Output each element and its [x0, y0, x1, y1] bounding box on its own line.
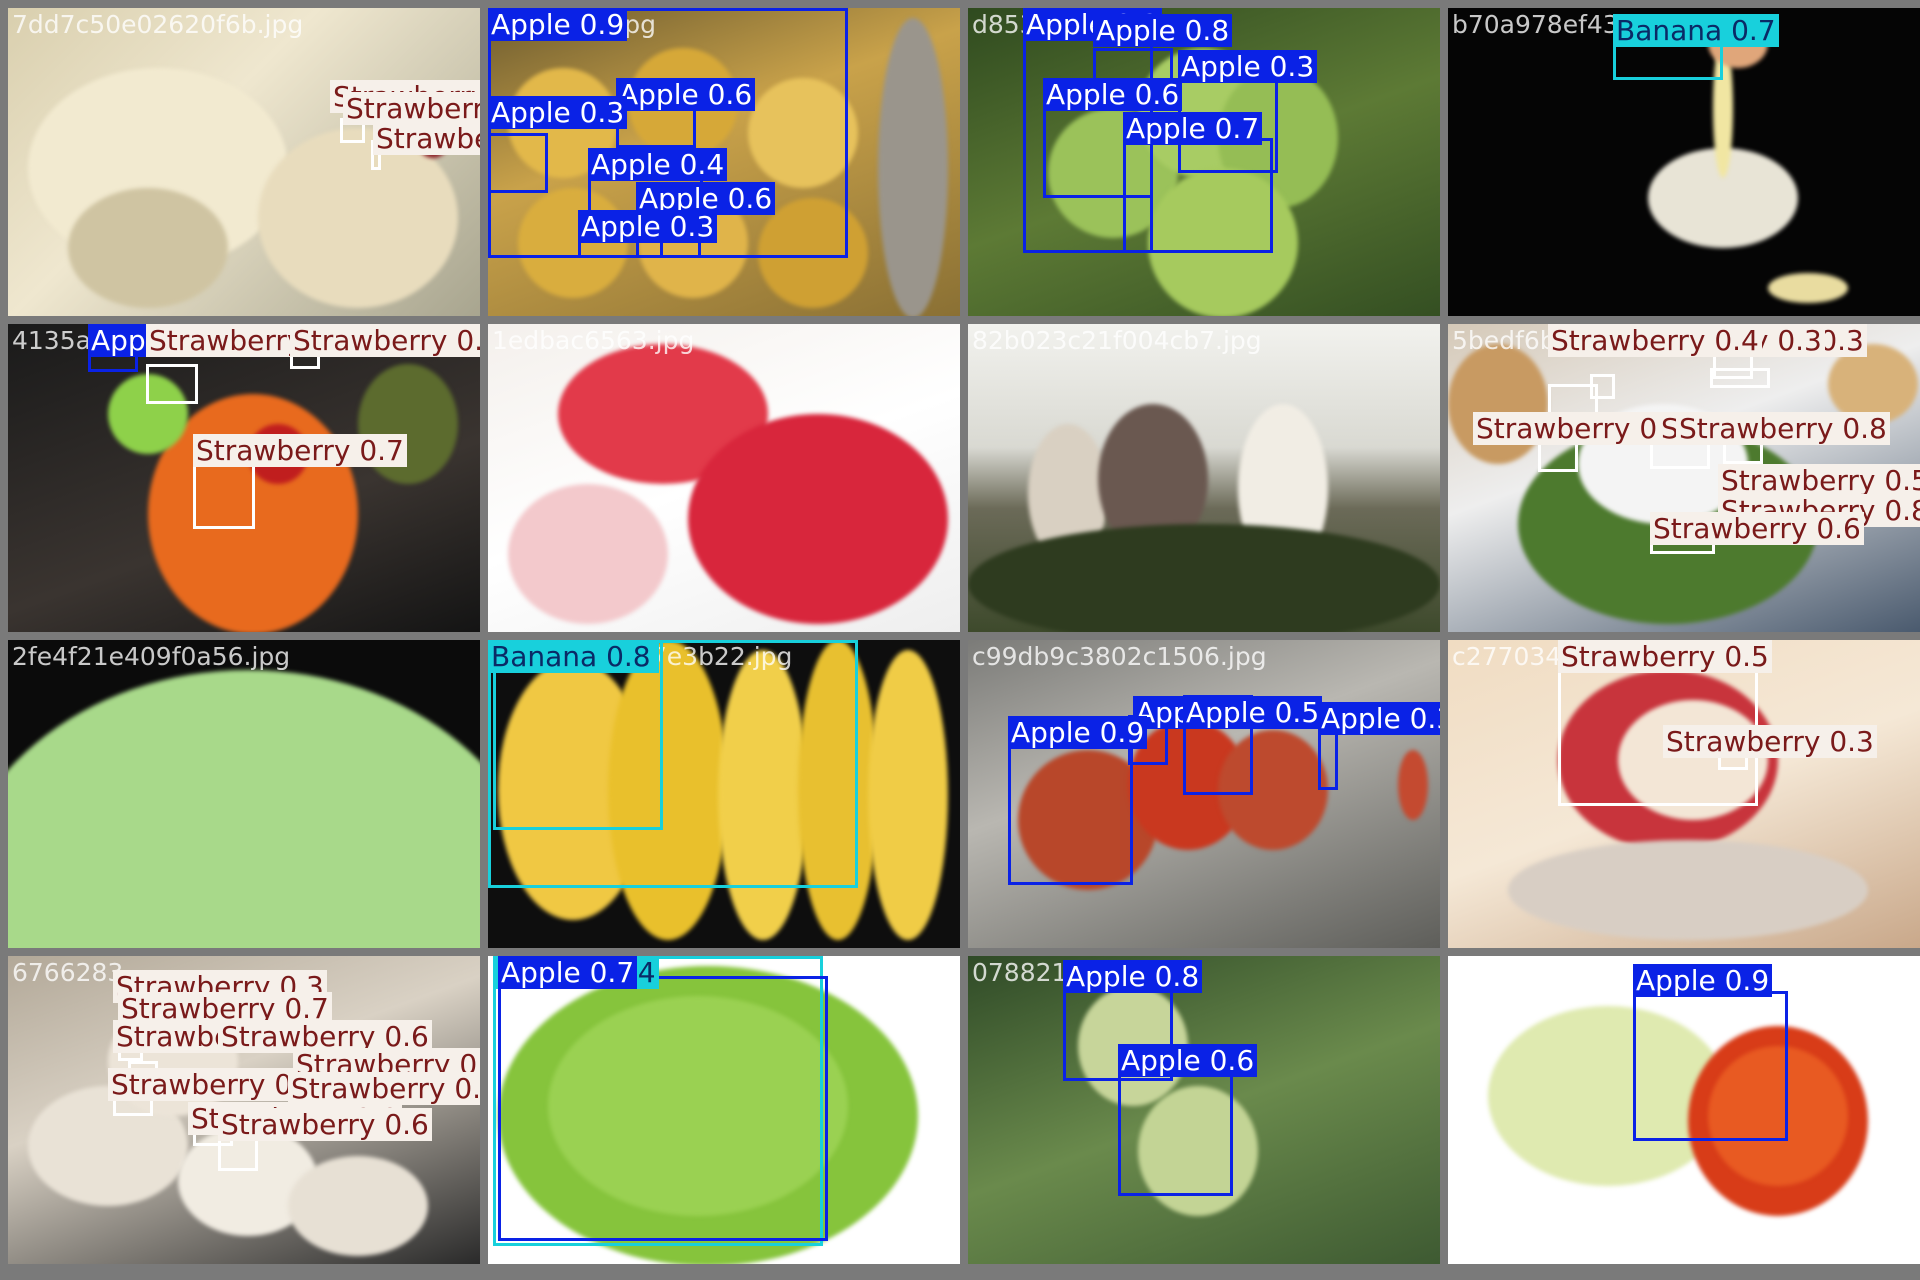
banana-detection-label: Banana 0.7	[1613, 14, 1779, 47]
tile-filename: 6766283	[12, 958, 124, 987]
strawberry-detection-label: Strawberry 0.4	[343, 92, 480, 125]
image-tile: 6766283 Strawberry 0.3 Strawberry 0.7 Straw…	[8, 956, 480, 1264]
image-tile: 078821c Apple 0.8 Apple 0.6	[968, 956, 1440, 1264]
strawberry-detection-label: Strawberry 0.6	[218, 1108, 432, 1141]
image-tile: 8892d3.jpgBanana 0.4Apple 0.7	[488, 956, 960, 1264]
scene-shape	[68, 188, 228, 308]
image-tile: d8fceb90.jpgApple 0.9Apple 0.6Apple 0.3A…	[488, 8, 960, 316]
image-tile: c99db9c3802c1506.jpgApple 0.4Apple 0.5Ap…	[968, 640, 1440, 948]
strawberry-detection-label: Strawberry 0.8	[288, 1072, 480, 1105]
apple-detection-label: Apple 0.3	[488, 96, 628, 129]
scene-shape	[1448, 344, 1548, 464]
strawberry-detection-label: Strawberry 0.3	[1663, 725, 1877, 758]
apple-detection-label: Apple 0.6	[1118, 1044, 1258, 1077]
scene-shape	[1508, 840, 1868, 940]
apple-detection-label: Apple 0.9	[488, 8, 628, 41]
scene-shape	[688, 414, 948, 624]
strawberry-detection-label: Strawberry 0.7	[193, 434, 407, 467]
tile-filename: c99db9c3802c1506.jpg	[972, 642, 1267, 671]
strawberry-detection-label: Strawberry 0.5	[1718, 464, 1920, 497]
apple-bounding-box	[1118, 1066, 1233, 1196]
apple-bounding-box	[488, 133, 548, 193]
apple-detection-label: Apple 0.6	[1043, 78, 1183, 111]
image-tile: d853Apple 0.3Apple 0.8Apple 0.3Apple 0.6…	[968, 8, 1440, 316]
apple-bounding-box	[1633, 991, 1788, 1141]
image-tile: 2fe4f21e409f0a56.jpg	[8, 640, 480, 948]
strawberry-bounding-box	[146, 364, 198, 404]
apple-detection-label: Apple 0.7	[498, 956, 638, 989]
scene-shape	[508, 484, 668, 624]
strawberry-bounding-box	[193, 464, 255, 529]
image-tile: 5bedf6beab1Strawberry 0.4Strawberry 0.3S…	[1448, 324, 1920, 632]
strawberry-bounding-box	[218, 1136, 258, 1171]
apple-detection-label: Apple 0.9	[1008, 716, 1148, 749]
apple-detection-label: Apple 0.9	[1633, 964, 1773, 997]
apple-detection-label: Apple 0.3	[1318, 702, 1440, 735]
scene-shape	[878, 18, 948, 316]
apple-detection-label: Apple 0.3	[578, 210, 718, 243]
strawberry-detection-label: Strawberry 0.6	[1650, 512, 1864, 545]
strawberry-detection-label: Strawberry 0.7	[1473, 412, 1687, 445]
apple-bounding-box	[498, 976, 828, 1241]
image-tile: a34275c238d98 Apple 0.9	[1448, 956, 1920, 1264]
image-tile: 356b1b9ddd7e3b22.jpgBanana 0.8Banana 0.8	[488, 640, 960, 948]
tile-filename: 7dd7c50e02620f6b.jpg	[12, 10, 304, 39]
apple-detection-label: Apple 0.4	[588, 148, 728, 181]
scene-shape	[8, 670, 480, 948]
banana-detection-label: Banana 0.8	[488, 640, 654, 673]
apple-detection-label: Apple 0.5	[1183, 696, 1323, 729]
image-tile: 7dd7c50e02620f6b.jpg Strawberry 0.4Strawb…	[8, 8, 480, 316]
apple-detection-label: Apple 0.6	[616, 78, 756, 111]
scene-shape	[868, 650, 948, 940]
strawberry-detection-label: Strawberry 0.4	[373, 122, 480, 155]
strawberry-detection-label: Strawberry 0.4	[1548, 324, 1762, 357]
apple-detection-label: Apple 0.3	[1178, 50, 1318, 83]
apple-detection-label: Apple 0.8	[1093, 14, 1233, 47]
tile-filename: 82b023c21f004cb7.jpg	[972, 326, 1262, 355]
scene-shape	[968, 524, 1440, 632]
tile-filename: c277034	[1452, 642, 1562, 671]
strawberry-detection-label: Strawberry 0.4	[290, 324, 480, 357]
tile-filename: 1edbac6563.jpg	[492, 326, 695, 355]
image-tile: b70a978ef432 Banana 0.7	[1448, 8, 1920, 316]
image-tile: c277034 Strawberry 0.5 Strawberry 0.3	[1448, 640, 1920, 948]
apple-detection-label: Apple 0.7	[1123, 112, 1263, 145]
banana-bounding-box	[488, 640, 858, 888]
strawberry-bounding-box	[1710, 368, 1770, 388]
apple-bounding-box	[1008, 745, 1133, 885]
image-tile: 82b023c21f004cb7.jpg	[968, 324, 1440, 632]
strawberry-detection-label: Strawberry 0.5	[1558, 640, 1772, 673]
scene-shape	[288, 1156, 428, 1256]
strawberry-detection-label: Strawberry 0.8	[1676, 412, 1890, 445]
apple-detection-label: Apple 0.8	[1063, 960, 1203, 993]
apple-bounding-box	[1123, 138, 1273, 253]
image-tile: 1edbac6563.jpg	[488, 324, 960, 632]
mosaic-grid: 7dd7c50e02620f6b.jpgStrawberry 0.4Strawb…	[0, 0, 1920, 1280]
tile-filename: a34275c238d98	[1452, 958, 1656, 987]
scene-shape	[1398, 750, 1428, 820]
tile-filename: b70a978ef432	[1452, 10, 1635, 39]
apple-bounding-box	[616, 108, 696, 148]
tile-filename: 2fe4f21e409f0a56.jpg	[12, 642, 291, 671]
image-tile: 4135a04fb6Apple 0.3Strawberry 0.4Strawbe…	[8, 324, 480, 632]
scene-shape	[1768, 273, 1848, 303]
